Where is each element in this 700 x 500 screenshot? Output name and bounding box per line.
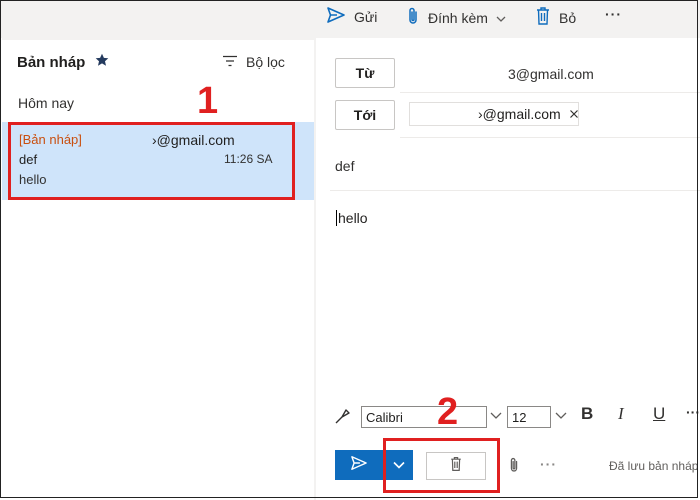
subject-field[interactable]: def — [335, 158, 354, 174]
filter-icon — [222, 54, 238, 70]
folder-header: Bản nháp — [17, 53, 109, 71]
chevron-down-icon — [496, 10, 506, 26]
annotation-step-1: 1 — [197, 80, 219, 122]
attach-button[interactable] — [508, 456, 520, 479]
more-icon: ··· — [540, 456, 557, 472]
send-icon — [350, 455, 368, 476]
to-button-label: Tới — [353, 107, 377, 123]
more-toolbar-button[interactable]: ··· — [605, 6, 622, 22]
divider — [400, 92, 700, 93]
recipient-address: ›@gmail.com — [478, 106, 561, 122]
filter-label: Bộ lọc — [246, 54, 285, 70]
attach-toolbar-button[interactable]: Đính kèm — [406, 6, 506, 29]
send-toolbar-button[interactable]: Gửi — [326, 6, 377, 27]
divider — [400, 137, 700, 138]
paintbrush-icon — [334, 407, 352, 430]
discard-toolbar-label: Bỏ — [559, 9, 577, 26]
trash-icon — [535, 6, 551, 29]
discard-toolbar-button[interactable]: Bỏ — [535, 6, 576, 29]
underline-button[interactable]: U — [653, 404, 665, 424]
filter-button[interactable]: Bộ lọc — [222, 54, 285, 70]
format-painter-button[interactable] — [334, 407, 352, 430]
italic-button[interactable]: I — [618, 404, 624, 424]
bold-button[interactable]: B — [581, 404, 593, 424]
bold-label: B — [581, 404, 594, 423]
saved-status: Đã lưu bản nháp — [609, 459, 699, 473]
close-icon[interactable] — [569, 106, 579, 122]
send-button[interactable] — [335, 450, 383, 480]
folder-title: Bản nháp — [17, 53, 86, 71]
more-icon: ··· — [686, 404, 700, 420]
format-more-button[interactable]: ··· — [686, 404, 700, 420]
font-name-field[interactable]: Calibri — [361, 406, 487, 428]
footer-more-button[interactable]: ··· — [540, 456, 557, 472]
recipient-chip[interactable]: ›@gmail.com — [409, 102, 579, 126]
attach-toolbar-label: Đính kèm — [428, 9, 488, 26]
paperclip-icon — [508, 458, 520, 478]
underline-label: U — [653, 404, 666, 423]
annotation-step-2: 2 — [437, 391, 459, 433]
italic-label: I — [618, 404, 624, 423]
star-icon[interactable] — [95, 53, 109, 71]
annotation-box-2 — [383, 438, 500, 493]
send-icon — [326, 6, 346, 27]
more-icon: ··· — [605, 6, 622, 22]
date-group-label: Hôm nay — [18, 95, 75, 111]
send-toolbar-label: Gửi — [354, 8, 378, 25]
message-body[interactable]: hello — [336, 210, 368, 226]
chevron-down-icon[interactable] — [554, 408, 568, 426]
annotation-box-1 — [8, 122, 295, 200]
to-button[interactable]: Tới — [335, 100, 395, 130]
font-select[interactable]: Calibri — [361, 406, 503, 428]
chevron-down-icon[interactable] — [489, 408, 503, 426]
from-button-label: Từ — [355, 65, 375, 81]
divider — [330, 190, 700, 191]
font-size-field[interactable]: 12 — [507, 406, 551, 428]
paperclip-icon — [406, 6, 420, 29]
from-address: 3@gmail.com — [508, 66, 594, 82]
from-button[interactable]: Từ — [335, 58, 395, 88]
font-size-select[interactable]: 12 — [507, 406, 568, 428]
